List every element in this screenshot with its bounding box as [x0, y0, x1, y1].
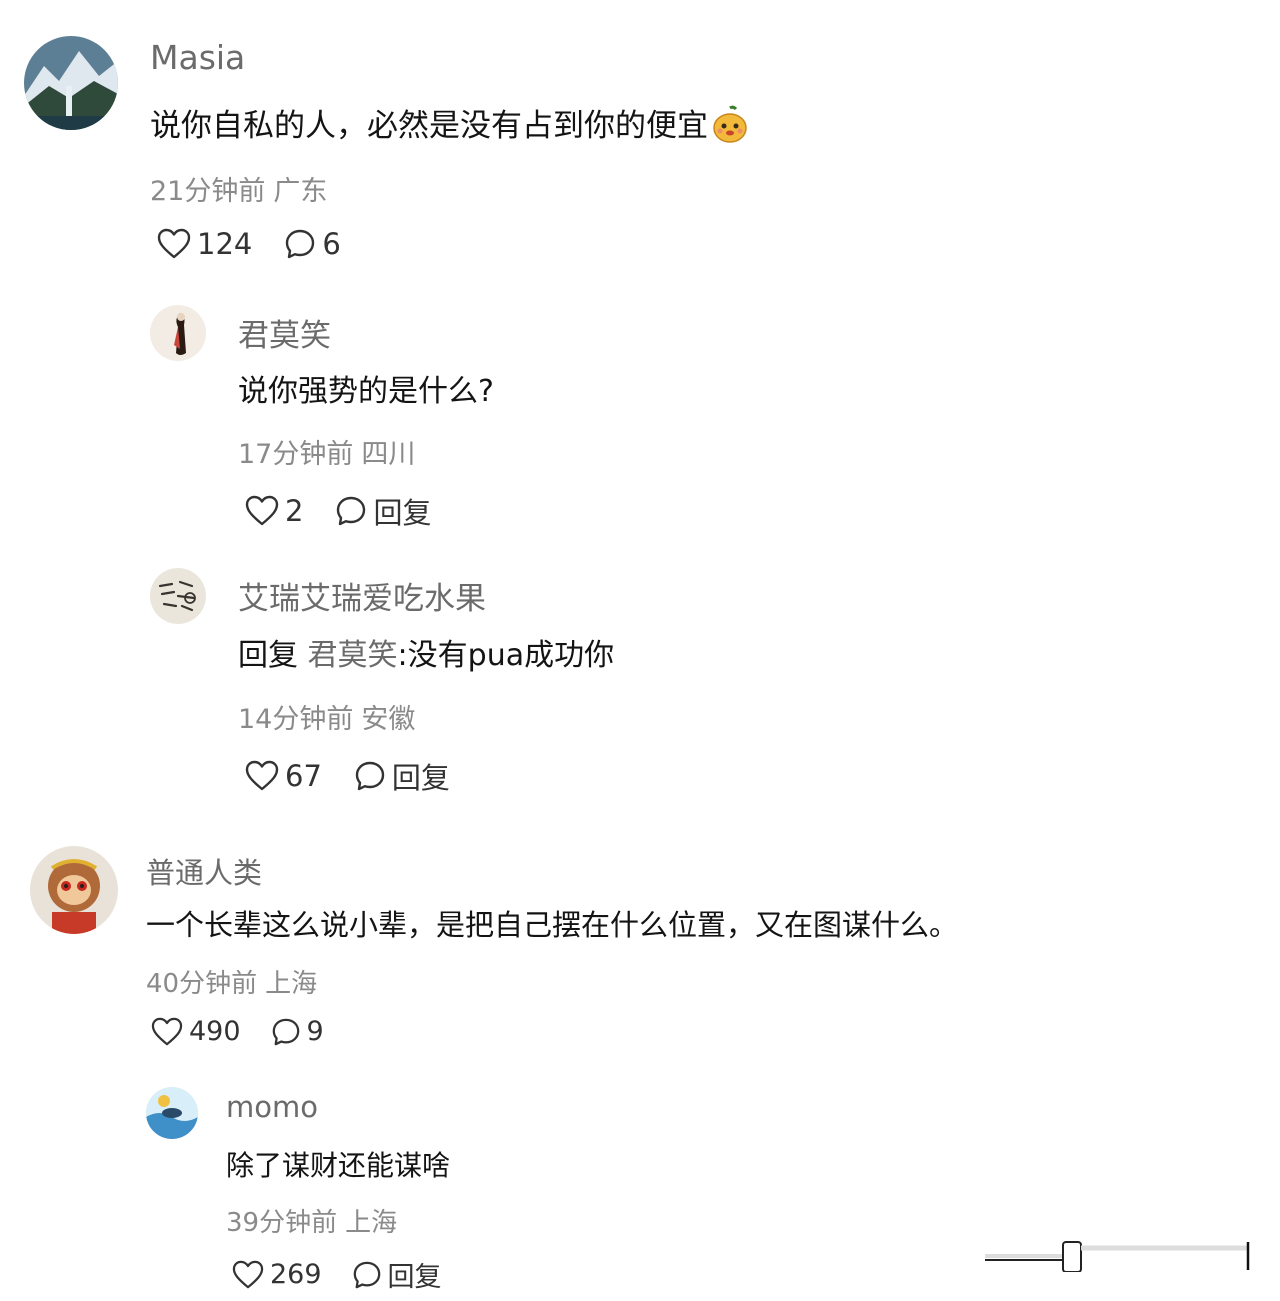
avatar[interactable] — [30, 846, 118, 934]
like-count: 269 — [270, 1259, 322, 1290]
horizontal-scrollbar[interactable] — [985, 1240, 1250, 1273]
like-button[interactable]: 67 — [245, 759, 322, 793]
reply-count: 6 — [322, 227, 341, 261]
comment-actions: 67 回复 — [245, 755, 450, 797]
heart-outline-icon — [151, 1017, 183, 1045]
reply-label: 回复 — [387, 1262, 442, 1293]
comment-text: 回复 君莫笑:没有pua成功你 — [238, 630, 614, 674]
speech-bubble-icon — [286, 229, 315, 259]
like-count: 67 — [285, 759, 322, 793]
reply-label: 回复 — [373, 496, 432, 530]
reply-count: 9 — [306, 1016, 324, 1047]
timestamp: 17分钟前 — [238, 439, 354, 470]
reply-button[interactable]: 回复 — [335, 490, 431, 532]
location: 上海 — [265, 969, 318, 999]
username[interactable]: 艾瑞艾瑞爱吃水果 — [238, 573, 486, 618]
comment-text: 说你强势的是什么? — [238, 374, 494, 409]
like-button[interactable]: 2 — [245, 494, 303, 528]
speech-bubble-icon — [355, 761, 385, 791]
avatar[interactable] — [150, 305, 206, 361]
comment-actions: 269 回复 — [232, 1255, 442, 1294]
speech-bubble-icon — [353, 1261, 380, 1288]
comment-text-body: 说你自私的人，必然是没有占到你的便宜 — [150, 108, 708, 144]
heart-outline-icon — [245, 760, 279, 791]
like-count: 490 — [189, 1016, 241, 1047]
comment-text: 除了谋财还能谋啥 — [226, 1149, 451, 1182]
location: 上海 — [345, 1208, 398, 1238]
timestamp: 39分钟前 — [226, 1208, 338, 1238]
avatar[interactable] — [146, 1087, 198, 1139]
like-count: 2 — [285, 494, 304, 528]
comment-actions: 2 回复 — [245, 490, 431, 532]
pear-face-emoji-icon — [710, 104, 750, 152]
avatar[interactable] — [150, 568, 206, 624]
reply-label: 回复 — [391, 761, 450, 795]
speech-bubble-icon — [272, 1018, 299, 1045]
scrollbar-track-icon — [985, 1241, 1250, 1273]
reply-button[interactable]: 回复 — [354, 755, 450, 797]
like-count: 124 — [197, 227, 253, 261]
username[interactable]: Masia — [150, 38, 245, 77]
heart-outline-icon — [245, 495, 279, 526]
comment-meta: 14分钟前 安徽 — [238, 697, 415, 736]
comment-text: 说你自私的人，必然是没有占到你的便宜 — [150, 100, 750, 152]
comment-text-body: :没有pua成功你 — [397, 638, 615, 673]
timestamp: 21分钟前 — [150, 176, 266, 207]
reply-count-button[interactable]: 9 — [271, 1016, 324, 1047]
reply-button[interactable]: 回复 — [352, 1255, 442, 1294]
timestamp: 14分钟前 — [238, 704, 354, 735]
username[interactable]: momo — [226, 1090, 318, 1124]
comment-actions: 124 6 — [157, 227, 341, 261]
location: 广东 — [273, 176, 328, 207]
comment-actions: 490 9 — [151, 1016, 324, 1047]
like-button[interactable]: 269 — [232, 1259, 322, 1290]
username[interactable]: 普通人类 — [146, 850, 262, 892]
comment-meta: 21分钟前 广东 — [150, 169, 327, 208]
reply-count-button[interactable]: 6 — [284, 227, 341, 261]
reply-target-username[interactable]: 君莫笑 — [308, 638, 398, 673]
speech-bubble-icon — [337, 496, 366, 526]
location: 四川 — [361, 439, 416, 470]
comment-meta: 17分钟前 四川 — [238, 432, 415, 471]
comment-text: 一个长辈这么说小辈，是把自己摆在什么位置，又在图谋什么。 — [146, 908, 959, 942]
comment-meta: 39分钟前 上海 — [226, 1202, 397, 1239]
timestamp: 40分钟前 — [146, 969, 258, 999]
avatar[interactable] — [24, 36, 118, 130]
like-button[interactable]: 124 — [157, 227, 252, 261]
reply-prefix: 回复 — [238, 638, 298, 673]
comment-meta: 40分钟前 上海 — [146, 963, 317, 1000]
like-button[interactable]: 490 — [151, 1016, 241, 1047]
heart-outline-icon — [157, 228, 191, 259]
heart-outline-icon — [232, 1260, 264, 1288]
username[interactable]: 君莫笑 — [238, 310, 331, 355]
location: 安徽 — [361, 704, 416, 735]
